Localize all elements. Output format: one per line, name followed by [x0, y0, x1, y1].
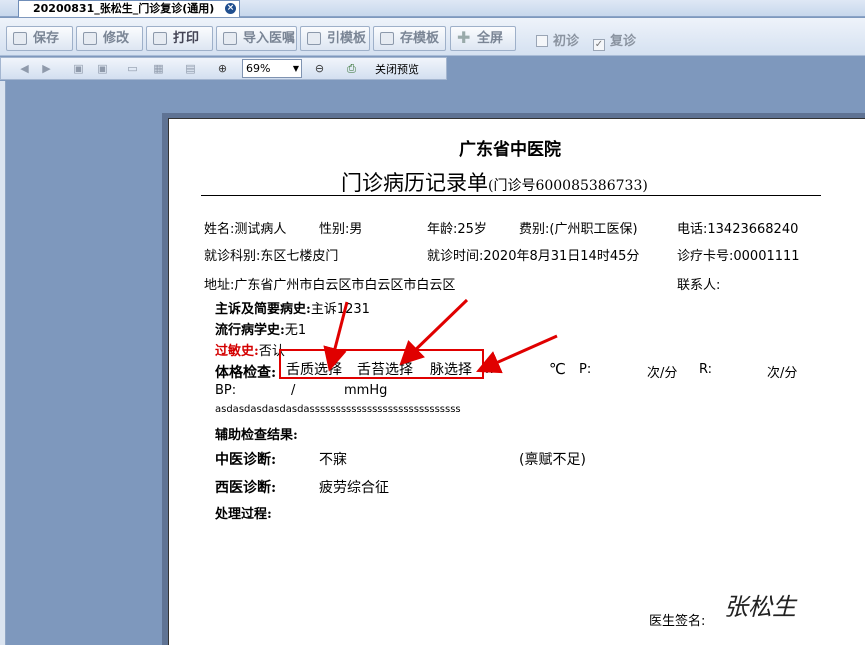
arrow-pulse [476, 334, 558, 374]
annotation-arrows [323, 298, 558, 374]
arrow-tongue [323, 301, 349, 372]
arrow-coating [399, 298, 469, 366]
